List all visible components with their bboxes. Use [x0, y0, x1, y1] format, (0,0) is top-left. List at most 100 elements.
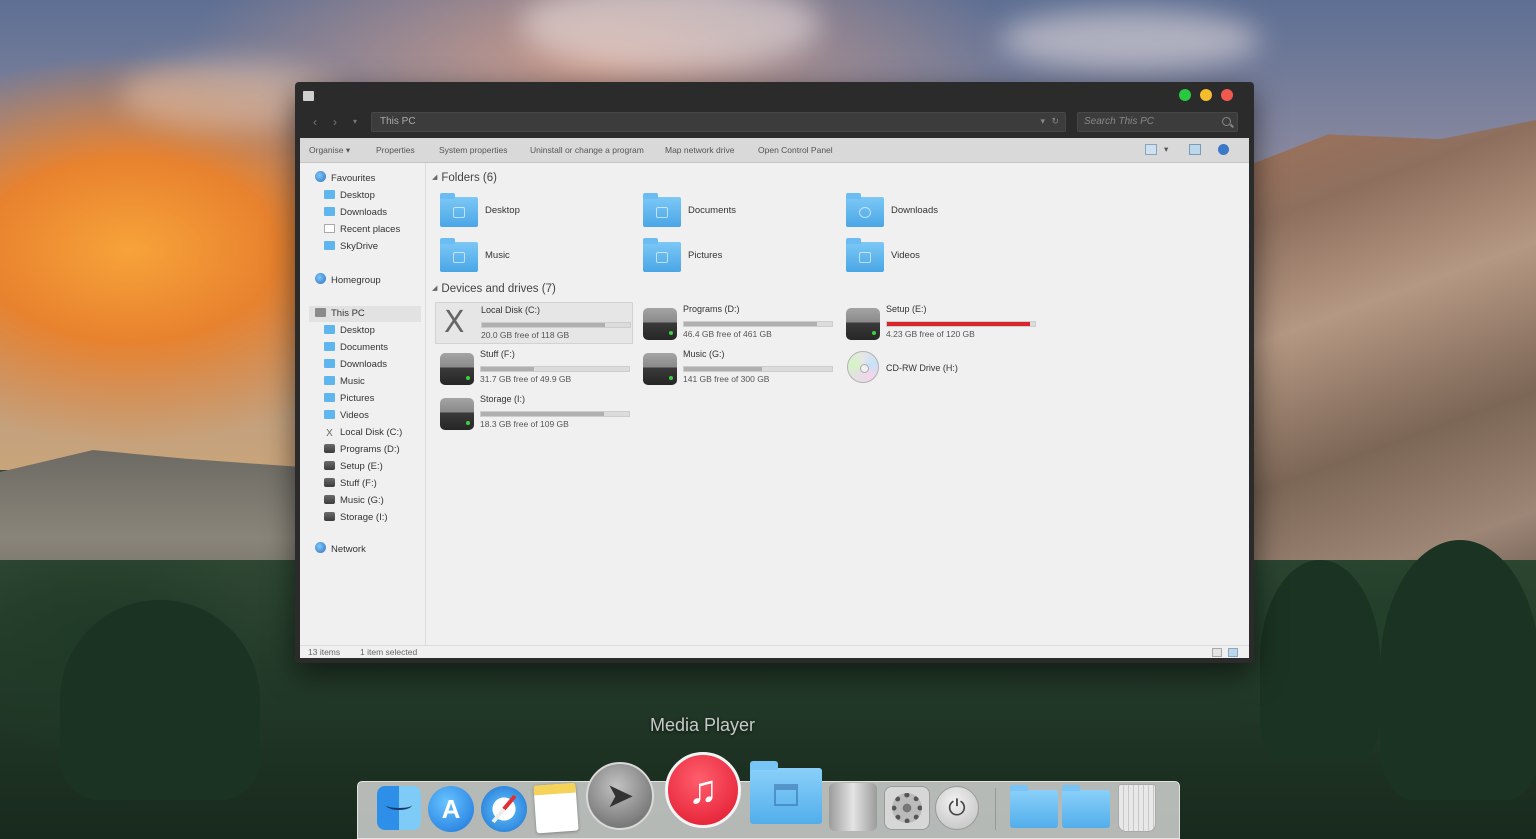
sidebar-item-homegroup[interactable]: Homegroup — [315, 273, 381, 289]
cd-disc-icon — [847, 351, 879, 383]
view-options-chevron-icon[interactable]: ▾ — [1164, 144, 1168, 155]
sidebar-item-pc-videos[interactable]: Videos — [324, 408, 369, 424]
app-store-icon[interactable]: A — [428, 786, 474, 832]
drive-cd-rw-h[interactable]: CD-RW Drive (H:) — [841, 347, 1039, 389]
help-icon[interactable] — [1218, 144, 1229, 155]
folder-pictures[interactable]: Pictures — [643, 238, 833, 274]
details-view-icon[interactable] — [1212, 648, 1222, 657]
drive-local-disk-c[interactable]: X Local Disk (C:) 20.0 GB free of 118 GB — [435, 302, 633, 344]
sidebar-item-pc-downloads[interactable]: Downloads — [324, 357, 387, 373]
recent-locations-chevron-icon[interactable]: ▾ — [347, 114, 363, 130]
maximize-button[interactable] — [1179, 89, 1191, 101]
downloads-folder-icon — [324, 207, 335, 216]
drive-stuff-f[interactable]: Stuff (F:) 31.7 GB free of 49.9 GB — [435, 347, 633, 389]
sidebar-item-desktop[interactable]: Desktop — [324, 188, 375, 204]
uninstall-program-button[interactable]: Uninstall or change a program — [530, 145, 644, 155]
system-properties-button[interactable]: System properties — [439, 145, 508, 155]
itunes-icon[interactable]: ♫ — [665, 752, 741, 828]
drive-music-g[interactable]: Music (G:) 141 GB free of 300 GB — [638, 347, 836, 389]
power-icon[interactable]: ⏻ — [935, 786, 979, 830]
sidebar-item-downloads[interactable]: Downloads — [324, 205, 387, 221]
folder-desktop[interactable]: Desktop — [440, 193, 630, 229]
drive-usage-bar — [683, 321, 833, 327]
sidebar-item-music-g[interactable]: Music (G:) — [324, 493, 384, 509]
organise-menu[interactable]: Organise ▾ — [309, 145, 350, 156]
applications-folder-icon[interactable] — [750, 761, 822, 824]
back-arrow-icon[interactable]: ‹ — [307, 114, 323, 130]
explorer-content: Favourites Desktop Downloads Recent plac… — [300, 163, 1249, 658]
drive-programs-d[interactable]: Programs (D:) 46.4 GB free of 461 GB — [638, 302, 836, 344]
sidebar-item-programs-d[interactable]: Programs (D:) — [324, 442, 400, 458]
minimize-button[interactable] — [1200, 89, 1212, 101]
hard-drive-icon — [846, 308, 880, 340]
group-title: Devices and drives (7) — [441, 283, 556, 295]
system-preferences-icon[interactable] — [884, 786, 930, 830]
sidebar-label: Programs (D:) — [340, 444, 400, 455]
tiles-view-icon[interactable] — [1228, 648, 1238, 657]
computer-icon — [315, 308, 326, 317]
file-explorer-window: ‹ › ▾ This PC ▾ ↻ Search This PC Organis… — [295, 82, 1254, 663]
properties-button[interactable]: Properties — [376, 145, 415, 155]
sidebar-label: Recent places — [340, 224, 401, 235]
drive-free-space: 4.23 GB free of 120 GB — [886, 329, 975, 339]
open-control-panel-button[interactable]: Open Control Panel — [758, 145, 833, 155]
sidebar-item-pc-pictures[interactable]: Pictures — [324, 391, 374, 407]
collapse-triangle-icon: ◢ — [432, 174, 438, 181]
drive-storage-i[interactable]: Storage (I:) 18.3 GB free of 109 GB — [435, 392, 633, 434]
sidebar-item-pc-documents[interactable]: Documents — [324, 340, 388, 356]
address-dropdown-icon[interactable]: ▾ — [1040, 116, 1045, 127]
folder-downloads[interactable]: Downloads — [846, 193, 1036, 229]
favourites-star-icon — [315, 171, 326, 182]
tree — [60, 600, 260, 800]
launchpad-icon[interactable]: ➤ — [586, 762, 654, 830]
sidebar-item-local-disk-c[interactable]: X Local Disk (C:) — [324, 425, 402, 441]
folders-group-header[interactable]: ◢ Folders (6) — [432, 172, 497, 184]
map-network-drive-button[interactable]: Map network drive — [665, 145, 734, 155]
folder-videos[interactable]: Videos — [846, 238, 1036, 274]
forward-arrow-icon[interactable]: › — [327, 114, 343, 130]
refresh-icon[interactable]: ↻ — [1051, 116, 1059, 127]
sidebar-item-setup-e[interactable]: Setup (E:) — [324, 459, 383, 475]
drives-group-header[interactable]: ◢ Devices and drives (7) — [432, 283, 556, 295]
sidebar-item-stuff-f[interactable]: Stuff (F:) — [324, 476, 377, 492]
finder-icon[interactable] — [377, 786, 421, 830]
drive-usage-fill — [684, 322, 818, 326]
documents-stack-icon[interactable] — [1010, 785, 1058, 828]
sidebar-label: Music (G:) — [340, 495, 384, 506]
sidebar-item-skydrive[interactable]: SkyDrive — [324, 239, 378, 255]
trash-icon[interactable] — [1118, 784, 1156, 832]
desktop-folder-icon — [324, 325, 335, 334]
search-input[interactable]: Search This PC — [1077, 112, 1238, 132]
drive-usage-bar — [480, 411, 630, 417]
drive-setup-e[interactable]: Setup (E:) 4.23 GB free of 120 GB — [841, 302, 1039, 344]
notes-icon[interactable] — [533, 782, 579, 834]
preview-pane-icon[interactable] — [1189, 144, 1201, 155]
folder-label: Pictures — [688, 250, 723, 261]
sidebar-item-storage-i[interactable]: Storage (I:) — [324, 510, 388, 526]
change-view-icon[interactable] — [1145, 144, 1157, 155]
safari-icon[interactable] — [481, 786, 527, 832]
folder-music[interactable]: Music — [440, 238, 630, 274]
address-bar[interactable]: This PC ▾ ↻ — [371, 112, 1066, 132]
sidebar-item-favourites[interactable]: Favourites — [315, 171, 375, 187]
drive-name: Local Disk (C:) — [481, 305, 541, 315]
drive-free-space: 20.0 GB free of 118 GB — [481, 330, 570, 340]
downloads-stack-icon[interactable] — [1062, 785, 1110, 828]
sidebar-item-recent-places[interactable]: Recent places — [324, 222, 400, 238]
mac-pro-icon[interactable] — [829, 783, 877, 831]
command-bar: Organise ▾ Properties System properties … — [300, 138, 1249, 163]
sidebar-item-network[interactable]: Network — [315, 542, 366, 558]
title-bar[interactable] — [295, 82, 1254, 108]
search-placeholder: Search This PC — [1084, 116, 1155, 127]
folder-documents[interactable]: Documents — [643, 193, 833, 229]
group-title: Folders (6) — [441, 172, 497, 184]
sidebar-item-pc-music[interactable]: Music — [324, 374, 365, 390]
sidebar-item-this-pc[interactable]: This PC — [309, 306, 421, 322]
music-folder-icon — [440, 238, 478, 272]
drive-usage-fill — [481, 412, 604, 416]
close-button[interactable] — [1221, 89, 1233, 101]
osx-x-drive-icon: X — [444, 305, 465, 340]
drive-free-space: 18.3 GB free of 109 GB — [480, 419, 569, 429]
sidebar-item-pc-desktop[interactable]: Desktop — [324, 323, 375, 339]
sidebar-label: Storage (I:) — [340, 512, 388, 523]
